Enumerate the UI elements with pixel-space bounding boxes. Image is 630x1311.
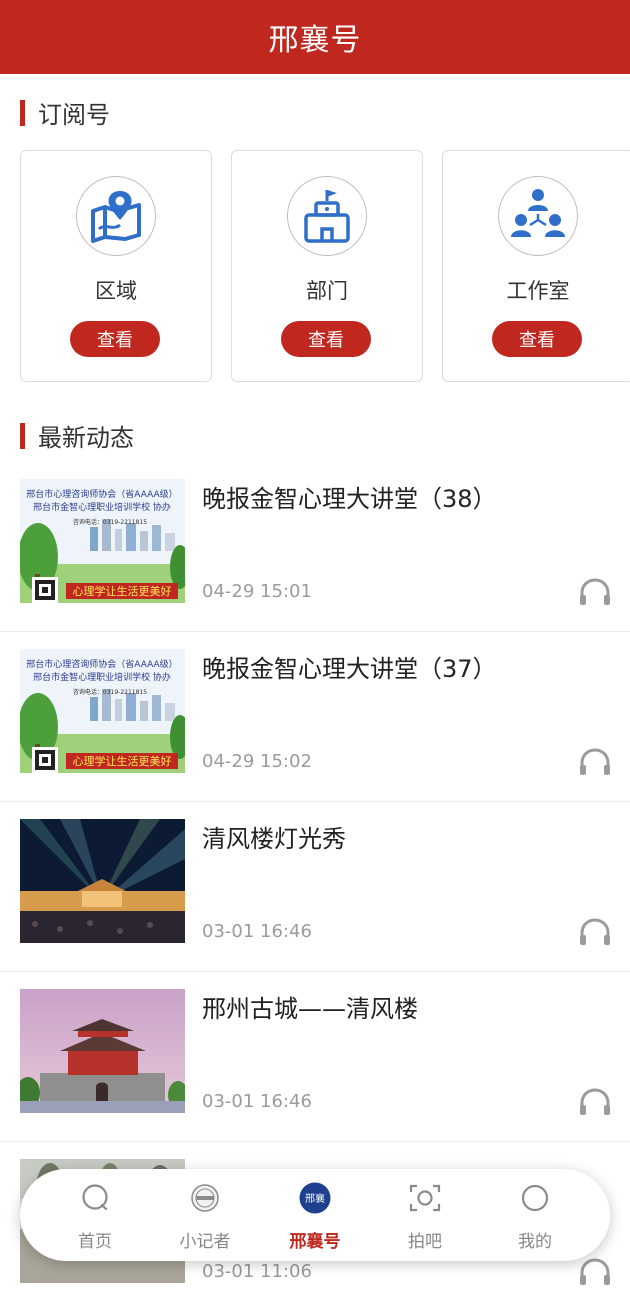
- subscription-title-text: 订阅号: [38, 101, 110, 129]
- reporter-badge-icon: [188, 1181, 222, 1215]
- news-time: 03-01 16:46: [202, 921, 312, 942]
- card-label: 区域: [95, 279, 137, 303]
- news-list-item[interactable]: 邢州古城——清风楼 03-01 16:46: [0, 971, 630, 1142]
- tab-label: 邢襄号: [289, 1232, 341, 1252]
- view-button[interactable]: 查看: [492, 321, 582, 357]
- card-region[interactable]: 区域 查看: [20, 150, 212, 382]
- view-button[interactable]: 查看: [70, 321, 160, 357]
- tab-label: 我的: [518, 1232, 552, 1252]
- tab-label: 拍吧: [408, 1232, 442, 1252]
- svg-text:邢台市金智心理职业培训学校 协办: 邢台市金智心理职业培训学校 协办: [33, 501, 171, 513]
- building-flag-icon: [287, 176, 367, 256]
- news-title-text: 最新动态: [38, 424, 134, 452]
- svg-text:心理学让生活更美好: 心理学让生活更美好: [73, 754, 172, 768]
- svg-text:咨询电话：0319-2211815: 咨询电话：0319-2211815: [73, 688, 147, 696]
- xingxiang-logo-icon: 邢襄: [298, 1181, 332, 1215]
- card-studio[interactable]: 工作室 查看: [442, 150, 630, 382]
- section-accent-bar: [20, 422, 25, 449]
- svg-text:邢台市金智心理职业培训学校 协办: 邢台市金智心理职业培训学校 协办: [33, 671, 171, 683]
- map-location-icon: [76, 176, 156, 256]
- headphone-icon[interactable]: [578, 747, 612, 777]
- card-department[interactable]: 部门 查看: [231, 150, 423, 382]
- news-time: 03-01 11:06: [202, 1261, 312, 1282]
- bottom-tab-bar: 首页 小记者 邢襄 邢襄号 拍吧 我的: [20, 1169, 610, 1261]
- news-thumbnail: [20, 989, 185, 1113]
- profile-icon: [518, 1181, 552, 1215]
- headphone-icon[interactable]: [578, 917, 612, 947]
- news-list-item[interactable]: 心理学让生活更美好 邢台市心理咨询师协会（省AAAA级） 邢台市金智心理职业培训…: [0, 631, 630, 802]
- news-section-title: 最新动态: [20, 418, 134, 453]
- svg-text:邢襄: 邢襄: [305, 1192, 325, 1205]
- news-title: 清风楼灯光秀: [202, 825, 346, 853]
- page-title: 邢襄号: [268, 23, 362, 58]
- card-label: 工作室: [506, 279, 570, 303]
- section-accent-bar: [20, 99, 25, 126]
- svg-text:咨询电话：0319-2211815: 咨询电话：0319-2211815: [73, 518, 147, 526]
- headphone-icon[interactable]: [578, 1087, 612, 1117]
- news-list-item[interactable]: 清风楼灯光秀 03-01 16:46: [0, 801, 630, 972]
- tab-reporter[interactable]: 小记者: [150, 1169, 260, 1261]
- subscription-cards: 区域 查看 部门 查看 工作室 查看: [20, 150, 630, 382]
- svg-text:邢台市心理咨询师协会（省AAAA级）: 邢台市心理咨询师协会（省AAAA级）: [26, 658, 177, 670]
- news-thumbnail: 心理学让生活更美好 邢台市心理咨询师协会（省AAAA级） 邢台市金智心理职业培训…: [20, 479, 185, 603]
- headphone-icon[interactable]: [578, 1257, 612, 1287]
- news-title: 晚报金智心理大讲堂（37）: [202, 655, 497, 683]
- news-title: 晚报金智心理大讲堂（38）: [202, 485, 497, 513]
- home-icon: [78, 1181, 112, 1215]
- card-label: 部门: [306, 279, 348, 303]
- svg-text:心理学让生活更美好: 心理学让生活更美好: [73, 584, 172, 598]
- news-title: 邢州古城——清风楼: [202, 995, 418, 1023]
- tab-label: 小记者: [179, 1232, 231, 1252]
- news-time: 03-01 16:46: [202, 1091, 312, 1112]
- headphone-icon[interactable]: [578, 577, 612, 607]
- app-header: 邢襄号: [0, 0, 630, 74]
- tab-mine[interactable]: 我的: [480, 1169, 590, 1261]
- svg-text:邢台市心理咨询师协会（省AAAA级）: 邢台市心理咨询师协会（省AAAA级）: [26, 488, 177, 500]
- news-time: 04-29 15:02: [202, 751, 312, 772]
- news-thumbnail: [20, 819, 185, 943]
- team-icon: [498, 176, 578, 256]
- camera-scan-icon: [408, 1181, 442, 1215]
- news-list-item[interactable]: 心理学让生活更美好 邢台市心理咨询师协会（省AAAA级） 邢台市金智心理职业培训…: [0, 461, 630, 632]
- news-thumbnail: 心理学让生活更美好 邢台市心理咨询师协会（省AAAA级） 邢台市金智心理职业培训…: [20, 649, 185, 773]
- news-time: 04-29 15:01: [202, 581, 312, 602]
- view-button[interactable]: 查看: [281, 321, 371, 357]
- tab-photo[interactable]: 拍吧: [370, 1169, 480, 1261]
- tab-xingxiang[interactable]: 邢襄 邢襄号: [260, 1169, 370, 1261]
- tab-home[interactable]: 首页: [40, 1169, 150, 1261]
- subscription-section-title: 订阅号: [20, 95, 110, 130]
- tab-label: 首页: [78, 1232, 112, 1252]
